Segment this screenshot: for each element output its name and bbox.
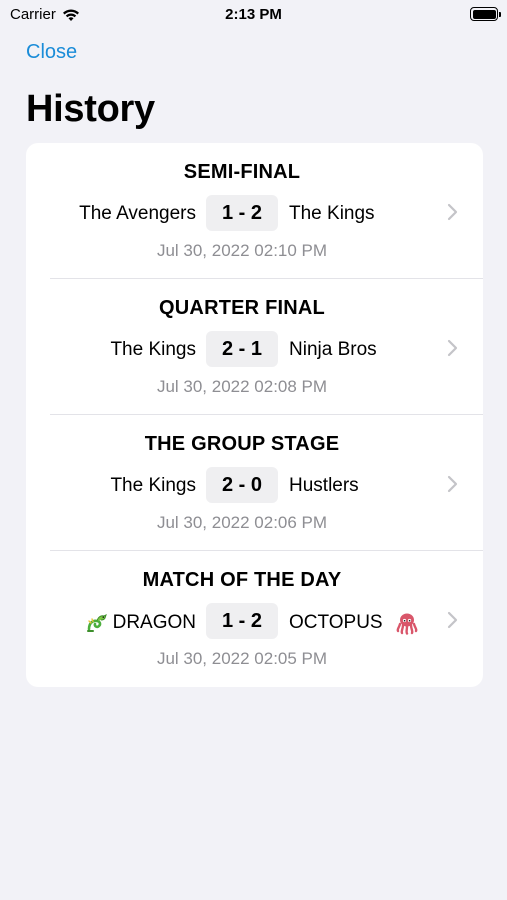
- history-list: SEMI-FINAL The Avengers 1 - 2 The Kings …: [26, 143, 483, 687]
- dragon-icon: [86, 614, 107, 632]
- match-date: Jul 30, 2022 02:08 PM: [156, 377, 328, 396]
- match-date: Jul 30, 2022 02:05 PM: [156, 649, 328, 668]
- round-name: QUARTER FINAL: [159, 297, 325, 319]
- match-row[interactable]: QUARTER FINAL The Kings 2 - 1 Ninja Bros…: [26, 279, 483, 415]
- match-date: Jul 30, 2022 02:06 PM: [156, 513, 328, 532]
- away-team: Hustlers: [289, 475, 359, 497]
- score-badge: 1 - 2: [206, 603, 278, 639]
- away-team-name: The Kings: [289, 203, 375, 224]
- score-line: The Kings 2 - 1 Ninja Bros: [26, 331, 458, 367]
- away-team-name: OCTOPUS: [289, 612, 383, 633]
- match-row[interactable]: SEMI-FINAL The Avengers 1 - 2 The Kings …: [26, 143, 483, 279]
- round-name: THE GROUP STAGE: [144, 433, 340, 455]
- home-team-name: The Kings: [110, 339, 196, 360]
- home-team: DRAGON: [85, 611, 196, 635]
- score-line: The Avengers 1 - 2 The Kings: [26, 195, 458, 231]
- home-team: The Kings: [110, 339, 196, 361]
- battery-icon: [470, 7, 501, 21]
- score-badge: 2 - 0: [206, 467, 278, 503]
- chevron-right-icon: [447, 339, 458, 357]
- match-row[interactable]: MATCH OF THE DAY DRAGON 1 - 2 OCTOPUS Ju…: [26, 551, 483, 687]
- home-team-name: DRAGON: [112, 612, 196, 633]
- score-badge: 1 - 2: [206, 195, 278, 231]
- score-badge: 2 - 1: [206, 331, 278, 367]
- status-bar: Carrier 2:13 PM: [0, 0, 507, 30]
- match-row[interactable]: THE GROUP STAGE The Kings 2 - 0 Hustlers…: [26, 415, 483, 551]
- home-team: The Avengers: [79, 203, 196, 225]
- away-team-name: Hustlers: [289, 475, 359, 496]
- chevron-right-icon: [447, 203, 458, 221]
- round-name: MATCH OF THE DAY: [142, 569, 342, 591]
- page-title: History: [26, 88, 155, 130]
- chevron-right-icon: [447, 475, 458, 493]
- away-team: OCTOPUS: [289, 611, 419, 635]
- octopus-icon: [396, 613, 418, 635]
- chevron-right-icon: [447, 611, 458, 629]
- away-team: Ninja Bros: [289, 339, 377, 361]
- match-date: Jul 30, 2022 02:10 PM: [156, 241, 328, 260]
- home-team: The Kings: [110, 475, 196, 497]
- round-name: SEMI-FINAL: [183, 161, 301, 183]
- score-line: DRAGON 1 - 2 OCTOPUS: [26, 603, 458, 639]
- score-line: The Kings 2 - 0 Hustlers: [26, 467, 458, 503]
- home-team-name: The Kings: [110, 475, 196, 496]
- close-button[interactable]: Close: [26, 41, 77, 64]
- status-time: 2:13 PM: [225, 6, 282, 23]
- away-team-name: Ninja Bros: [289, 339, 377, 360]
- home-team-name: The Avengers: [79, 203, 196, 224]
- away-team: The Kings: [289, 203, 375, 225]
